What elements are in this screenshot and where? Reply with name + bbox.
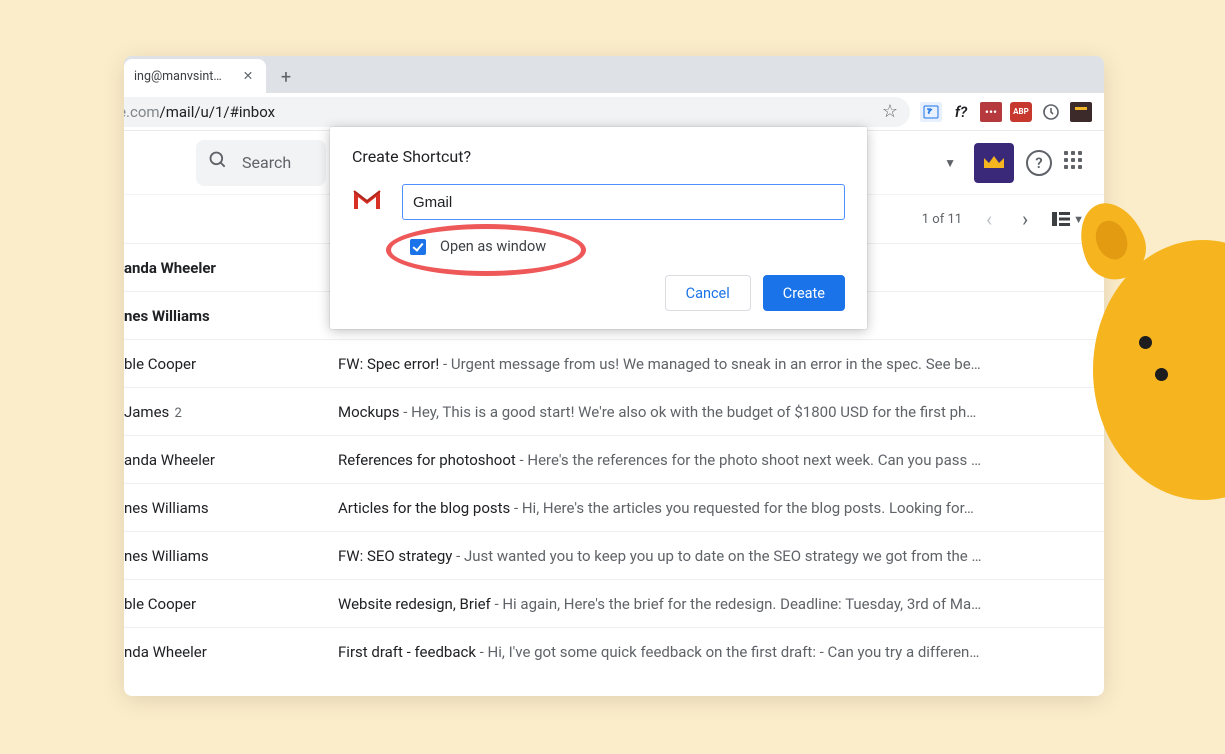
email-preview: Here's the references for the photo shoo… (527, 451, 981, 469)
dialog-title: Create Shortcut? (352, 147, 845, 166)
translate-extension-icon[interactable] (920, 102, 942, 122)
address-bar[interactable]: gle.com/mail/u/1/#inbox ☆ (124, 97, 910, 127)
browser-tab[interactable]: ing@manvsint… ✕ (124, 59, 266, 93)
create-button[interactable]: Create (763, 275, 845, 311)
gmail-icon (352, 189, 382, 215)
email-sender: nes Williams (124, 307, 338, 325)
account-dropdown-icon[interactable]: ▼ (938, 150, 962, 176)
email-subject: First draft - feedback (338, 643, 476, 661)
bookmark-star-icon[interactable]: ☆ (882, 101, 898, 122)
whatfont-extension-icon[interactable]: f? (950, 102, 972, 122)
email-line: Mockups - Hey, This is a good start! We'… (338, 403, 1092, 421)
subject-separator: - (439, 355, 451, 373)
help-button[interactable]: ? (1026, 150, 1052, 176)
email-preview: Urgent message from us! We managed to sn… (451, 355, 981, 373)
timer-extension-icon[interactable] (1040, 102, 1062, 122)
email-row[interactable]: ble CooperFW: Spec error! - Urgent messa… (124, 339, 1104, 387)
email-subject: References for photoshoot (338, 451, 516, 469)
search-input[interactable]: Search (196, 140, 326, 186)
email-sender: James 2 (124, 403, 338, 421)
apps-grid-icon[interactable] (1064, 151, 1088, 175)
email-preview: Hi again, Here's the brief for the redes… (502, 595, 981, 613)
email-line: First draft - feedback - Hi, I've got so… (338, 643, 1092, 661)
email-subject: Articles for the blog posts (338, 499, 510, 517)
email-row[interactable]: ble CooperWebsite redesign, Brief - Hi a… (124, 579, 1104, 627)
crown-app-icon[interactable] (974, 143, 1014, 183)
open-as-window-label: Open as window (440, 238, 546, 255)
mascot-illustration (1085, 208, 1225, 508)
email-preview: Hi, Here's the articles you requested fo… (522, 499, 974, 517)
tab-title: ing@manvsint… (134, 69, 240, 84)
url-host: gle.com (124, 103, 160, 121)
subject-separator: - (476, 643, 488, 661)
adblock-extension-icon[interactable]: ABP (1010, 102, 1032, 122)
email-line: Website redesign, Brief - Hi again, Here… (338, 595, 1092, 613)
email-sender: nes Williams (124, 499, 338, 517)
email-line: Articles for the blog posts - Hi, Here's… (338, 499, 1092, 517)
misc-extension-icon[interactable] (1070, 102, 1092, 122)
email-preview: Just wanted you to keep you up to date o… (464, 547, 982, 565)
email-subject: FW: SEO strategy (338, 547, 452, 565)
email-sender: anda Wheeler (124, 259, 338, 277)
subject-separator: - (400, 403, 412, 421)
subject-separator: - (516, 451, 528, 469)
next-page-button[interactable]: › (1016, 205, 1034, 233)
email-sender: nes Williams (124, 547, 338, 565)
email-preview: Hi, I've got some quick feedback on the … (488, 643, 980, 661)
email-subject: Website redesign, Brief (338, 595, 491, 613)
email-sender: ble Cooper (124, 595, 338, 613)
email-row[interactable]: nes WilliamsArticles for the blog posts … (124, 483, 1104, 531)
cancel-button[interactable]: Cancel (665, 275, 751, 311)
email-line: FW: Spec error! - Urgent message from us… (338, 355, 1092, 373)
create-shortcut-dialog: Create Shortcut? Open as window Cancel C… (330, 127, 867, 329)
tab-strip: ing@manvsint… ✕ + (124, 56, 1104, 93)
lastpass-extension-icon[interactable]: ••• (980, 102, 1002, 122)
subject-separator: - (452, 547, 464, 565)
email-subject: Mockups (338, 403, 400, 421)
search-placeholder: Search (242, 153, 291, 172)
email-sender: nda Wheeler (124, 643, 338, 661)
subject-separator: - (491, 595, 503, 613)
prev-page-button[interactable]: ‹ (980, 205, 998, 233)
address-bar-row: gle.com/mail/u/1/#inbox ☆ f? ••• ABP (124, 93, 1104, 131)
message-counter: 1 of 11 (922, 212, 962, 227)
new-tab-button[interactable]: + (272, 63, 300, 91)
extensions-row: f? ••• ABP (910, 102, 1098, 122)
email-row[interactable]: nda WheelerFirst draft - feedback - Hi, … (124, 627, 1104, 675)
open-as-window-checkbox[interactable] (410, 239, 426, 255)
thread-count: 2 (171, 406, 182, 421)
email-line: References for photoshoot - Here's the r… (338, 451, 1092, 469)
email-line: FW: SEO strategy - Just wanted you to ke… (338, 547, 1092, 565)
email-row[interactable]: James 2Mockups - Hey, This is a good sta… (124, 387, 1104, 435)
email-sender: anda Wheeler (124, 451, 338, 469)
email-preview: Hey, This is a good start! We're also ok… (411, 403, 976, 421)
url-path: /mail/u/1/#inbox (160, 103, 276, 121)
email-row[interactable]: anda WheelerReferences for photoshoot - … (124, 435, 1104, 483)
email-subject: FW: Spec error! (338, 355, 439, 373)
email-sender: ble Cooper (124, 355, 338, 373)
search-icon (208, 150, 228, 175)
display-density-button[interactable]: ▼ (1052, 210, 1084, 228)
email-row[interactable]: nes WilliamsFW: SEO strategy - Just want… (124, 531, 1104, 579)
shortcut-name-input[interactable] (402, 184, 845, 220)
subject-separator: - (510, 499, 522, 517)
close-tab-icon[interactable]: ✕ (240, 68, 256, 84)
